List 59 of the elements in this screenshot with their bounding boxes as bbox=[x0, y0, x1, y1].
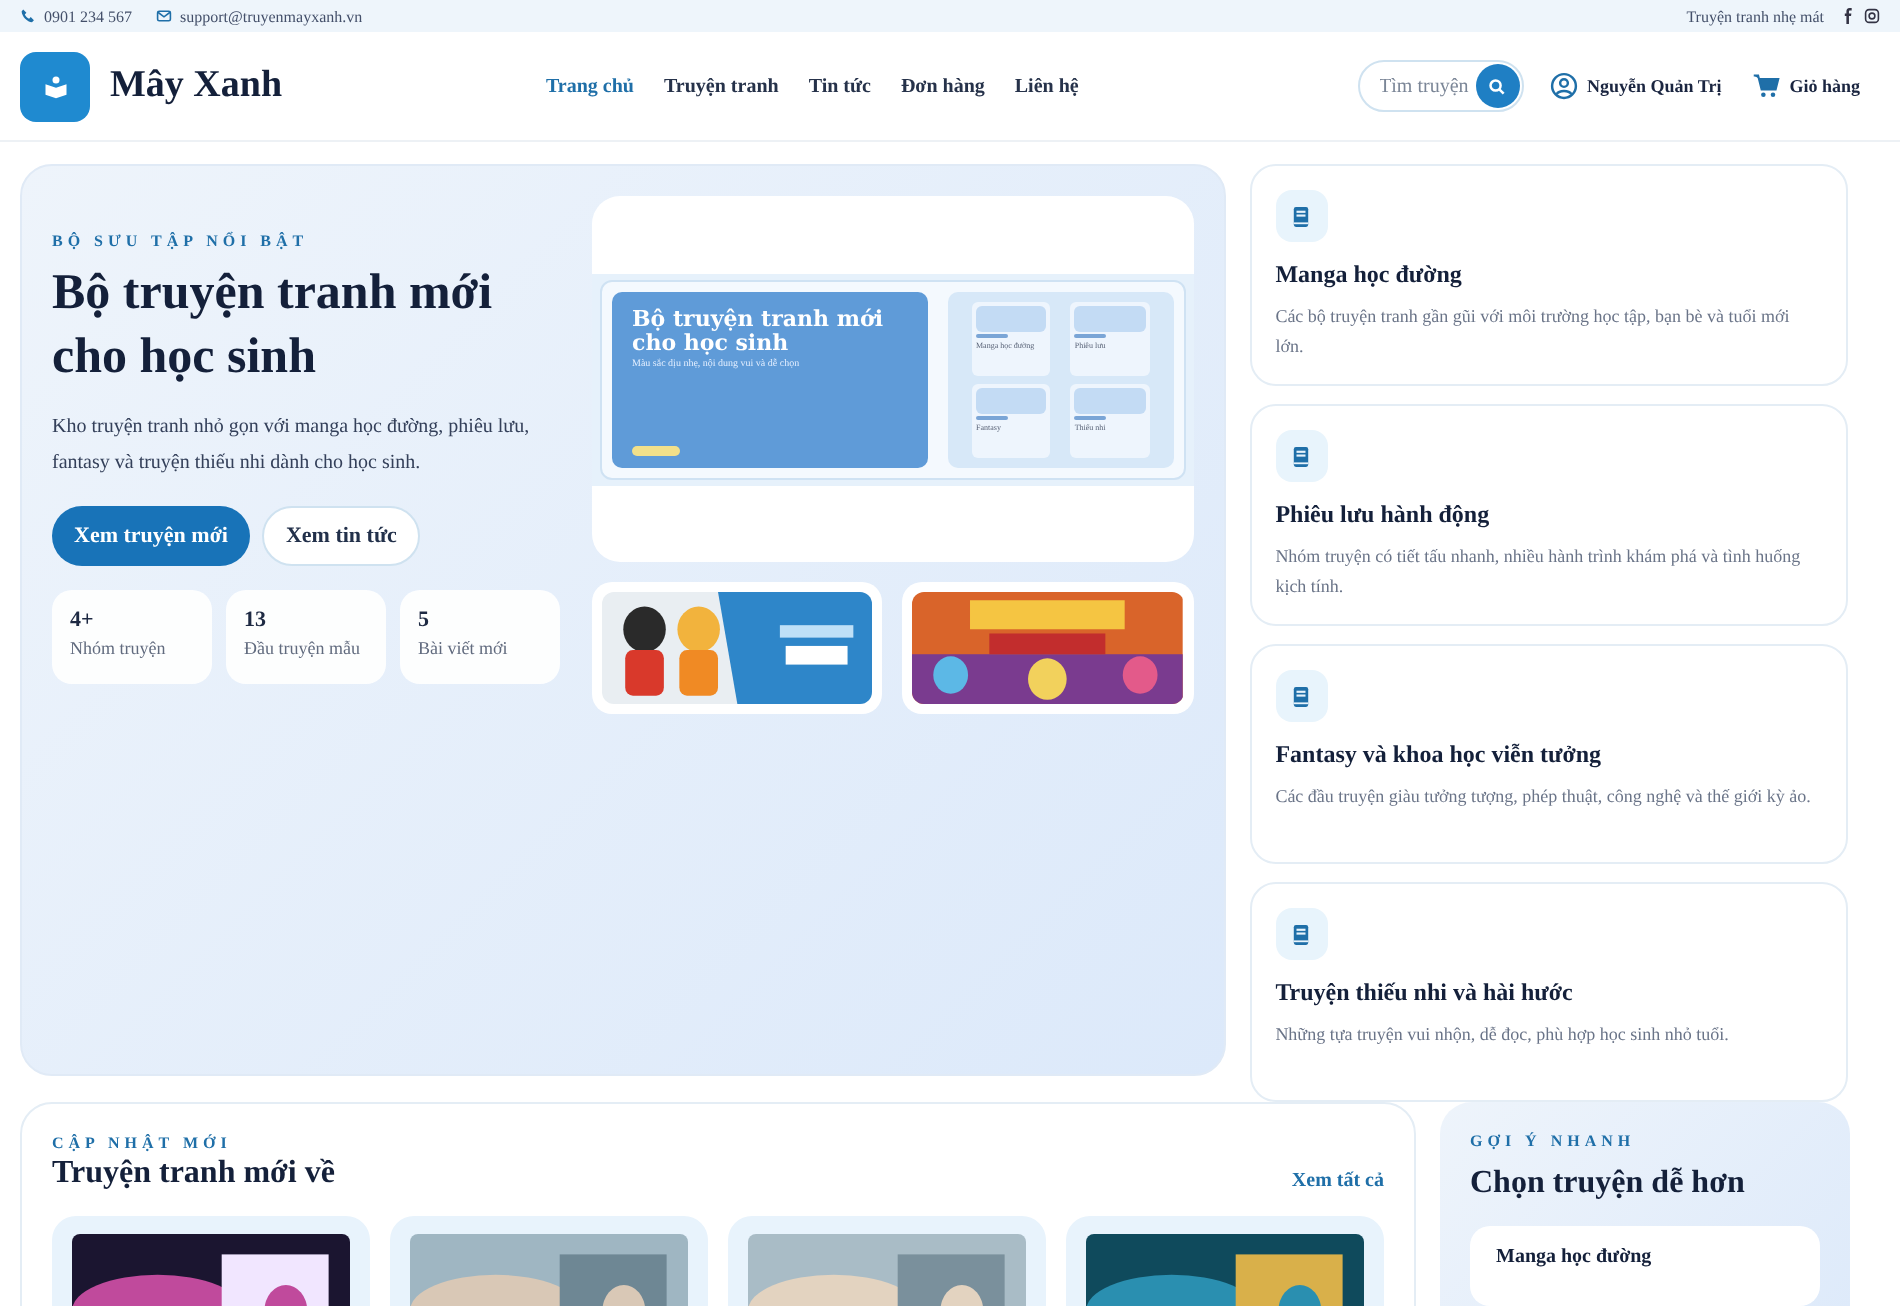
section-eyebrow: BỘ SƯU TẬP NỔI BẬT bbox=[52, 232, 311, 250]
category-title: Manga học đường bbox=[1275, 260, 1464, 290]
category-title: Truyện thiếu nhi và hài hước bbox=[1275, 978, 1575, 1008]
section-eyebrow: GỢI Ý NHANH bbox=[1470, 1132, 1638, 1150]
category-title: Fantasy và khoa học viễn tưởng bbox=[1275, 740, 1604, 770]
nav-link[interactable]: Đơn hàng bbox=[900, 75, 985, 97]
tile-thumbnail bbox=[976, 305, 1047, 331]
tile-thumbnail bbox=[1074, 305, 1146, 331]
book-card[interactable] bbox=[52, 1216, 370, 1306]
stat-value: 4+ bbox=[70, 608, 96, 632]
stat-value: 5 bbox=[418, 608, 431, 632]
preview-title: Bộ truyện tranh mới cho học sinh bbox=[632, 307, 886, 355]
mail-icon bbox=[156, 8, 172, 24]
category-card[interactable]: Manga học đường Các bộ truyện tranh gần gũi với môi trường học tập, bạn bè và tuổi mới lớn. bbox=[1249, 164, 1848, 386]
section-title: Chọn truyện dễ hơn bbox=[1470, 1166, 1747, 1202]
nav-link[interactable]: Liên hệ bbox=[1014, 75, 1079, 97]
category-description: Nhóm truyện có tiết tấu nhanh, nhiều hành trình khám phá và tình huống kịch tính. bbox=[1275, 544, 1803, 600]
brand-name[interactable]: Mây Xanh bbox=[110, 64, 283, 108]
category-description: Các bộ truyện tranh gần gũi với môi trường học tập, bạn bè và tuổi mới lớn. bbox=[1275, 304, 1792, 360]
tile-thumbnail bbox=[1074, 387, 1146, 413]
category-description: Những tựa truyện vui nhộn, dễ đọc, phù hợp học sinh nhỏ tuổi. bbox=[1275, 1022, 1731, 1048]
hero-button[interactable]: Xem tin tức bbox=[261, 506, 421, 566]
email-address: support@truyenmayxanh.vn bbox=[180, 7, 363, 25]
stat-label: Bài viết mới bbox=[418, 638, 510, 658]
tile-thumbnail bbox=[976, 387, 1047, 413]
category-card[interactable]: Phiêu lưu hành động Nhóm truyện có tiết tấu nhanh, nhiều hành trình khám phá và tình huống kịch tính. bbox=[1249, 404, 1848, 626]
book-card[interactable] bbox=[1066, 1216, 1384, 1306]
category-title: Phiêu lưu hành động bbox=[1275, 500, 1492, 530]
facebook-icon[interactable] bbox=[1840, 8, 1856, 24]
category-card[interactable]: Fantasy và khoa học viễn tưởng Các đầu truyện giàu tưởng tượng, phép thuật, công nghệ và thế giới kỳ ảo. bbox=[1249, 644, 1848, 864]
phone-icon bbox=[20, 8, 36, 24]
book-icon bbox=[1275, 670, 1328, 722]
category-card[interactable]: Truyện thiếu nhi và hài hước Những tựa truyện vui nhộn, dễ đọc, phù hợp học sinh nhỏ tuổi. bbox=[1249, 882, 1848, 1102]
phone-number: 0901 234 567 bbox=[44, 7, 132, 25]
book-icon bbox=[1275, 430, 1328, 482]
logo-icon[interactable] bbox=[20, 51, 90, 121]
book-icon bbox=[1275, 190, 1328, 242]
hero-description: Kho truyện tranh nhỏ gọn với manga học đường, phiêu lưu, fantasy và truyện thiếu nhi dành cho học sinh. bbox=[52, 414, 532, 478]
tagline: Truyện tranh nhẹ mát bbox=[1686, 7, 1824, 25]
cart-link[interactable]: Giỏ hàng bbox=[1789, 76, 1860, 96]
hero-title: Bộ truyện tranh mới cho học sinh bbox=[52, 264, 495, 388]
hero-button[interactable]: Xem truyện mới bbox=[52, 506, 250, 566]
category-description: Các đầu truyện giàu tưởng tượng, phép thuật, công nghệ và thế giới kỳ ảo. bbox=[1275, 784, 1813, 810]
stat-label: Nhóm truyện bbox=[70, 638, 168, 658]
instagram-icon[interactable] bbox=[1864, 8, 1880, 24]
book-icon bbox=[1275, 908, 1328, 960]
user-icon[interactable] bbox=[1549, 72, 1578, 100]
suggest-item[interactable]: Manga học đường bbox=[1470, 1226, 1820, 1306]
section-title: Truyện tranh mới về bbox=[52, 1156, 335, 1192]
see-all-link[interactable]: Xem tất cả bbox=[1291, 1169, 1384, 1191]
preview-pill bbox=[632, 445, 680, 455]
stat-label: Đầu truyện mẫu bbox=[244, 638, 362, 658]
nav-link[interactable]: Truyện tranh bbox=[664, 75, 779, 97]
section-eyebrow: CẬP NHẬT MỚI bbox=[52, 1134, 234, 1152]
user-link[interactable]: Nguyễn Quản Trị bbox=[1587, 76, 1722, 96]
cart-icon[interactable] bbox=[1751, 72, 1780, 100]
stat-value: 13 bbox=[244, 608, 268, 632]
nav-link[interactable]: Tin tức bbox=[808, 75, 871, 97]
nav-link[interactable]: Trang chủ bbox=[546, 75, 634, 97]
